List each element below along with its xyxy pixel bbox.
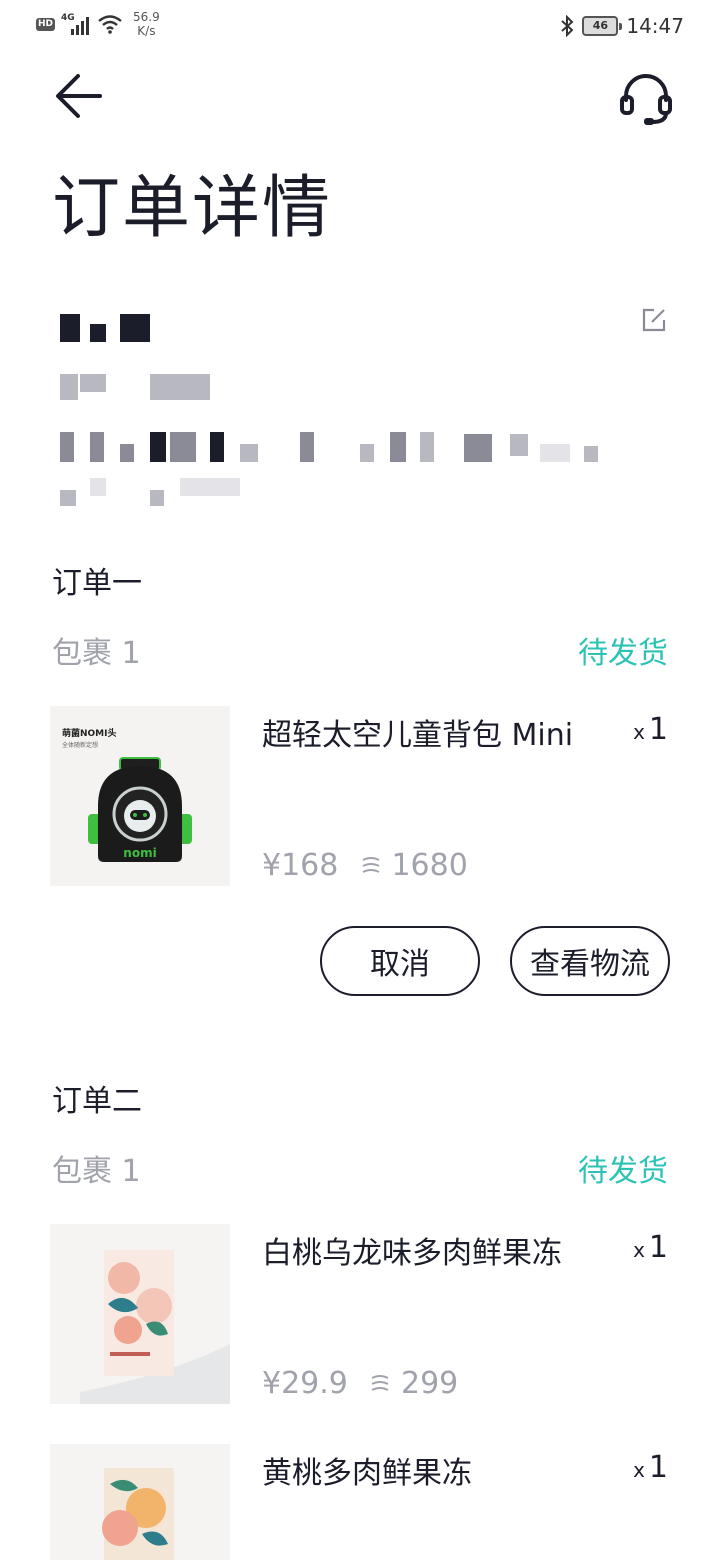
shipping-address[interactable] [52, 300, 672, 520]
view-logistics-button[interactable]: 查看物流 [510, 926, 670, 996]
product-name[interactable]: 白桃乌龙味多肉鲜果冻 [262, 1228, 562, 1272]
jelly-box-illustration [50, 1444, 230, 1560]
product-image[interactable]: 萌菌NOMI头 全体随新定想 nomi [50, 706, 230, 886]
coin-icon [369, 1366, 401, 1401]
package-label: 包裹 1 [52, 636, 141, 671]
customer-service-button[interactable] [616, 70, 676, 130]
product-name[interactable]: 超轻太空儿童背包 Mini [262, 710, 573, 754]
coin-icon [360, 848, 392, 883]
order-title: 订单一 [52, 566, 142, 601]
product-image[interactable] [50, 1444, 230, 1560]
quantity-prefix: x [633, 1458, 645, 1482]
status-right: 46 14:47 [560, 14, 684, 38]
price-value: ¥168 [262, 848, 339, 883]
quantity-prefix: x [633, 1238, 645, 1262]
product-price: ¥168 1680 [262, 848, 468, 883]
edit-icon [642, 308, 666, 332]
bluetooth-icon [561, 15, 574, 37]
quantity-value: 1 [648, 1230, 668, 1265]
order-status: 待发货 [578, 636, 668, 671]
coins-value: 1680 [391, 848, 468, 883]
product-quantity: x1 [633, 1230, 668, 1265]
product-price: ¥29.9 299 [262, 1366, 458, 1401]
quantity-value: 1 [648, 1450, 668, 1485]
back-button[interactable] [52, 68, 108, 124]
product-quantity: x1 [633, 1450, 668, 1485]
wifi-icon [98, 15, 122, 34]
speed-value: 56.9 [133, 10, 160, 24]
order-status: 待发货 [578, 1154, 668, 1189]
signal-icon: 4G [61, 13, 91, 35]
product-brand: nomi [123, 846, 157, 860]
order-title: 订单二 [52, 1084, 142, 1119]
quantity-prefix: x [633, 720, 645, 744]
jelly-box-illustration [50, 1224, 230, 1404]
coins-value: 299 [400, 1366, 459, 1401]
page-title: 订单详情 [52, 169, 333, 248]
status-left: HD 4G 56.9 K/s [36, 10, 160, 38]
edit-address-button[interactable] [640, 306, 668, 334]
cancel-button[interactable]: 取消 [320, 926, 480, 996]
battery-icon: 46 [582, 16, 623, 36]
product-quantity: x1 [633, 712, 668, 747]
package-label: 包裹 1 [52, 1154, 141, 1189]
network-speed: 56.9 K/s [133, 10, 160, 38]
product-name[interactable]: 黄桃多肉鲜果冻 [262, 1448, 472, 1492]
hd-indicator: HD [36, 17, 56, 31]
clock: 14:47 [626, 14, 684, 38]
status-bar: HD 4G 56.9 K/s 46 14:47 [0, 0, 720, 52]
arrow-left-icon [56, 74, 102, 118]
headset-icon [620, 74, 672, 125]
quantity-value: 1 [648, 712, 668, 747]
speed-unit: K/s [137, 24, 156, 38]
product-image[interactable] [50, 1224, 230, 1404]
price-value: ¥29.9 [262, 1366, 348, 1401]
